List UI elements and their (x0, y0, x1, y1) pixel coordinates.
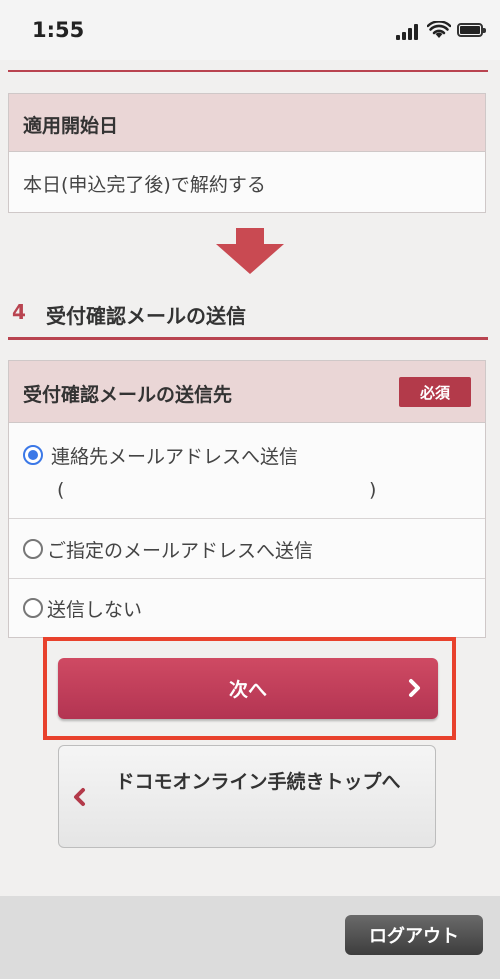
email-open-paren: ( (57, 479, 65, 501)
radio-no-send[interactable] (23, 598, 43, 618)
option-contact-email[interactable]: 連絡先メールアドレスへ送信 ( ) (9, 423, 485, 519)
chevron-left-icon (74, 788, 85, 806)
start-date-value-row: 本日(申込完了後)で解約する (9, 152, 485, 212)
online-procedure-top-button[interactable]: ドコモオンライン手続きトップへ (58, 745, 436, 848)
email-close-paren: ) (369, 479, 377, 501)
status-time: 1:55 (32, 18, 85, 42)
next-button[interactable]: 次へ (58, 658, 438, 719)
section-title: 受付確認メールの送信 (46, 304, 246, 328)
wifi-icon (427, 21, 451, 38)
online-procedure-top-label: ドコモオンライン手続きトップへ (115, 771, 401, 793)
logout-button[interactable]: ログアウト (345, 915, 483, 955)
status-bar: 1:55 (0, 0, 500, 60)
start-date-panel: 適用開始日 本日(申込完了後)で解約する (8, 93, 486, 213)
radio-specified-email[interactable] (23, 539, 43, 559)
section-underline (8, 337, 488, 340)
next-button-label: 次へ (228, 679, 267, 701)
mail-destination-header: 受付確認メールの送信先 必須 (9, 361, 485, 423)
battery-icon (457, 23, 486, 37)
mail-destination-panel: 受付確認メールの送信先 必須 連絡先メールアドレスへ送信 ( ) ご指定のメール… (8, 360, 486, 638)
mail-destination-header-label: 受付確認メールの送信先 (23, 384, 233, 406)
start-date-header-label: 適用開始日 (23, 115, 119, 137)
start-date-value: 本日(申込完了後)で解約する (23, 174, 266, 196)
option-no-send[interactable]: 送信しない (9, 579, 485, 637)
option-specified-email-label: ご指定のメールアドレスへ送信 (47, 540, 314, 562)
radio-contact-email[interactable] (23, 445, 43, 465)
chevron-right-icon (409, 679, 420, 697)
section-heading: 4 受付確認メールの送信 (8, 292, 488, 338)
section-number: 4 (12, 300, 26, 324)
logout-button-label: ログアウト (369, 926, 459, 947)
option-specified-email[interactable]: ご指定のメールアドレスへ送信 (9, 519, 485, 579)
required-badge: 必須 (399, 377, 471, 407)
arrow-down-icon (216, 228, 284, 274)
start-date-header: 適用開始日 (9, 94, 485, 152)
option-contact-email-label: 連絡先メールアドレスへ送信 (51, 446, 299, 468)
option-no-send-label: 送信しない (47, 599, 143, 621)
signal-icon (396, 24, 420, 40)
section-divider (8, 70, 488, 72)
